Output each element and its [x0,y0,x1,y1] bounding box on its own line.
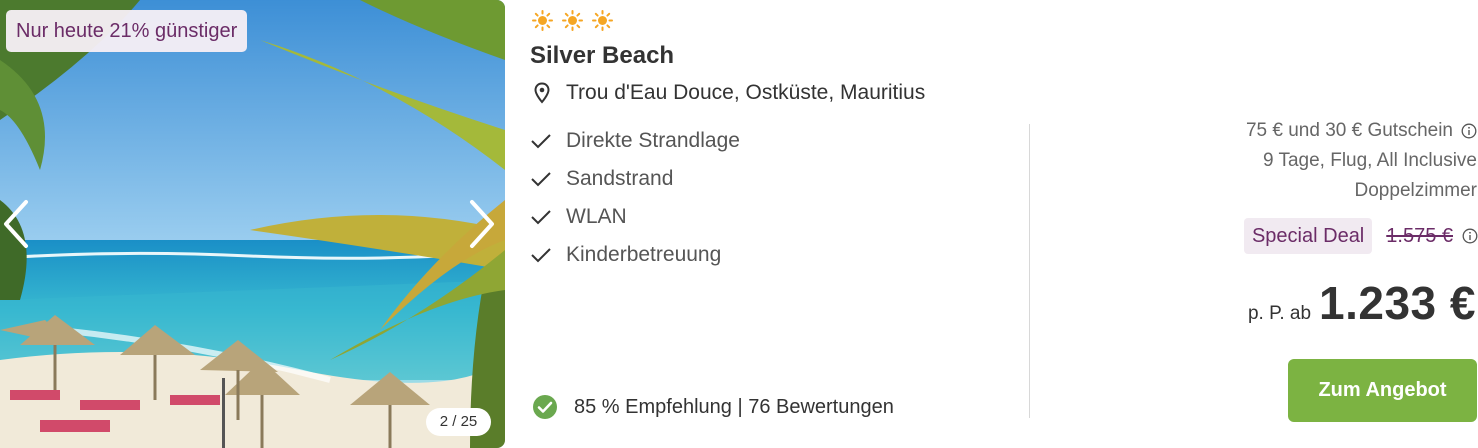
list-item: WLAN [530,198,740,236]
price-row: p. P. ab 1.233 € [1248,276,1476,330]
list-item: Sandstrand [530,160,740,198]
chevron-left-icon [4,200,28,248]
offer-button[interactable]: Zum Angebot [1288,359,1477,422]
beach-photo [0,0,505,448]
column-divider [1029,124,1030,418]
deal-row: Special Deal 1.575 € [1243,218,1478,254]
room-type: Doppelzimmer [1354,180,1477,201]
old-price: 1.575 € [1386,224,1453,247]
list-item: Kinderbetreuung [530,236,740,274]
chevron-right-icon [470,200,494,248]
sun-icon [532,10,553,31]
discount-badge: Nur heute 21% günstiger [6,10,248,52]
special-deal-badge: Special Deal [1243,218,1373,254]
hotel-star-rating [532,10,613,34]
info-icon[interactable] [1462,228,1478,244]
voucher-label: 75 € und 30 € Gutschein [1245,120,1453,141]
feature-label: Direkte Strandlage [566,129,740,152]
image-gallery[interactable]: Nur heute 21% günstiger 2 / 25 [0,0,505,448]
previous-image-button[interactable] [0,198,40,250]
map-pin-icon [534,82,550,104]
feature-label: Kinderbetreuung [566,243,722,266]
check-icon [531,134,551,149]
feature-list: Direkte Strandlage Sandstrand WLAN Kinde… [530,122,740,274]
sun-icon [562,10,583,31]
check-circle-icon [533,395,557,419]
check-icon [531,248,551,263]
guest-rating[interactable]: 85 % Empfehlung | 76 Bewertungen [532,392,894,422]
check-icon [531,210,551,225]
next-image-button[interactable] [458,198,505,250]
image-counter: 2 / 25 [426,408,491,436]
sun-icon [592,10,613,31]
feature-label: WLAN [566,205,627,228]
voucher-info: 75 € und 30 € Gutschein [1246,120,1477,142]
hotel-offer-card: Nur heute 21% günstiger 2 / 25 Silver Be… [0,0,1478,448]
info-icon[interactable] [1461,123,1477,139]
hotel-location: Trou d'Eau Douce, Ostküste, Mauritius [533,79,925,107]
price-value: 1.233 € [1319,277,1476,329]
list-item: Direkte Strandlage [530,122,740,160]
rating-text: 85 % Empfehlung | 76 Bewertungen [574,395,894,418]
check-icon [531,172,551,187]
feature-label: Sandstrand [566,167,674,190]
price-prefix: p. P. ab [1247,303,1312,324]
package-details: 9 Tage, Flug, All Inclusive [1262,150,1477,171]
location-label: Trou d'Eau Douce, Ostküste, Mauritius [566,81,926,104]
hotel-name[interactable]: Silver Beach [530,42,674,70]
